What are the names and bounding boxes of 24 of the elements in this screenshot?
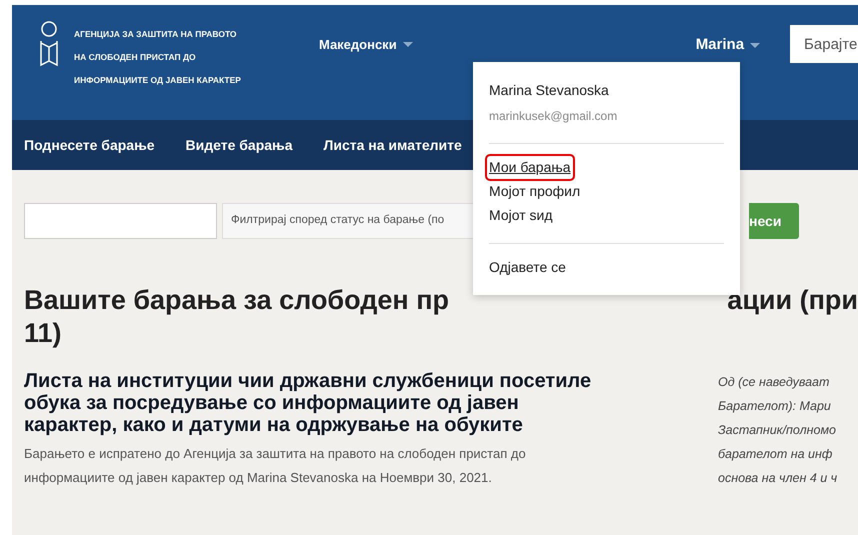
search-field[interactable]: Барајте [790, 25, 858, 63]
page-heading: 11) [24, 317, 62, 350]
request-details: барателот на инф [718, 446, 834, 463]
menu-item[interactable]: Мојот ѕид [489, 206, 552, 225]
user-email: marinkusek@gmail.com [489, 108, 618, 125]
nav-link[interactable]: Поднесете барање [24, 134, 155, 156]
request-details: Од (се наведуваат [718, 374, 830, 391]
nav-link[interactable]: Листа на имателите [324, 134, 462, 156]
request-meta: Барањето е испратено до Агенција за заштита на правото на слободен пристап до информациите од јавен карактер од Marina Stevanoska на Ноември 30, 2021. [24, 445, 527, 487]
request-details: основа на член 4 и ч [718, 470, 838, 487]
organization-name: НА СЛОБОДЕН ПРИСТАП ДО [74, 52, 197, 63]
organization-name: АГЕНЦИЈА ЗА ЗАШТИТА НА ПРАВОТО [74, 29, 238, 40]
user-name: Marina Stevanoska [489, 81, 609, 100]
page-heading: Вашите барања за слободен пр [24, 284, 448, 317]
request-details: Барателот): Мари [718, 398, 832, 415]
menu-item[interactable]: Одјавете се [489, 258, 566, 277]
nav-link[interactable]: Видете барања [186, 134, 293, 156]
request-details: Застапник/полномо [718, 422, 837, 439]
language-dropdown[interactable]: Македонски [318, 35, 413, 54]
menu-item[interactable]: Мојот профил [489, 182, 580, 201]
request-title[interactable]: Листа на институции чии државни службеници посетиле обука за посредување со информациите од јавен карактер, како и датуми на одржување на обуките [24, 370, 604, 436]
organization-name: ИНФОРМАЦИИТЕ ОД ЈАВЕН КАРАКТЕР [74, 75, 241, 86]
user-menu-button[interactable]: Marina [696, 34, 760, 56]
page-heading: ации (при [727, 284, 858, 317]
